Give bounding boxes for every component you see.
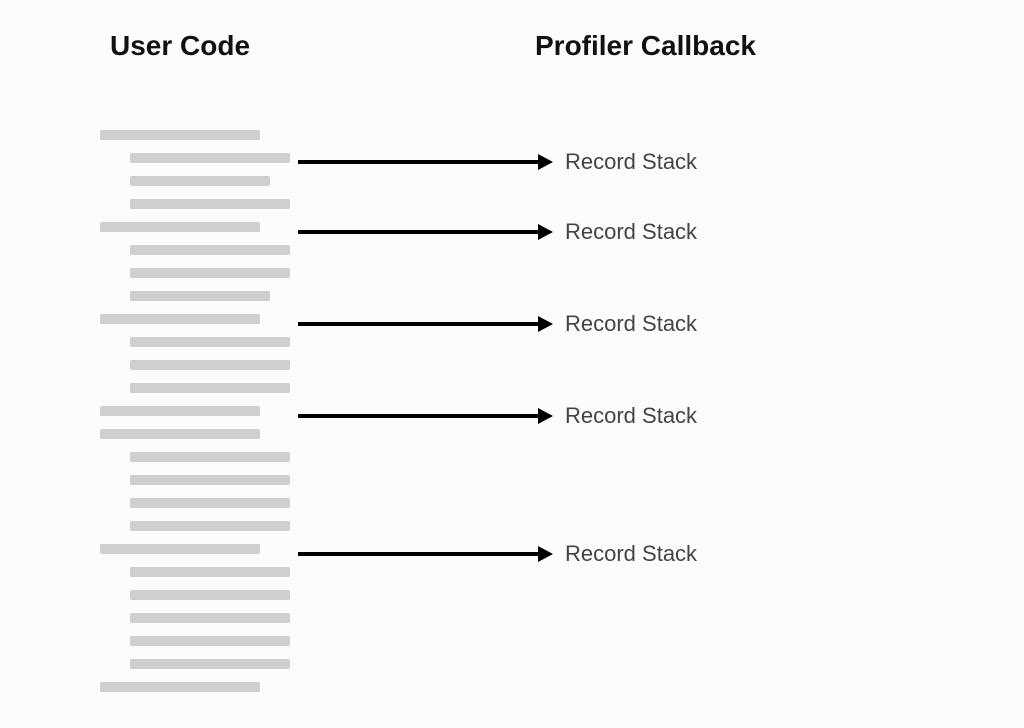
code-line	[100, 314, 260, 324]
arrow-icon	[298, 152, 553, 172]
callback-label: Record Stack	[565, 219, 697, 245]
code-line	[130, 291, 270, 301]
arrow-icon	[298, 314, 553, 334]
diagram: User Code Profiler Callback	[0, 0, 1024, 728]
code-line	[130, 590, 290, 600]
code-line	[130, 475, 290, 485]
code-line	[100, 222, 260, 232]
code-line	[130, 176, 270, 186]
code-line	[130, 498, 290, 508]
code-line	[130, 636, 290, 646]
code-line	[130, 245, 290, 255]
code-line	[100, 130, 260, 140]
code-line	[130, 268, 290, 278]
code-line	[100, 682, 260, 692]
arrow-icon	[298, 406, 553, 426]
code-line	[100, 406, 260, 416]
callback-label: Record Stack	[565, 541, 697, 567]
arrow-icon	[298, 222, 553, 242]
code-line	[130, 337, 290, 347]
heading-user-code: User Code	[110, 30, 250, 62]
code-line	[130, 360, 290, 370]
code-line	[130, 659, 290, 669]
callback-label: Record Stack	[565, 311, 697, 337]
code-line	[100, 429, 260, 439]
code-line	[130, 199, 290, 209]
heading-profiler-callback: Profiler Callback	[535, 30, 756, 62]
code-line	[130, 153, 290, 163]
code-line	[130, 383, 290, 393]
callback-label: Record Stack	[565, 149, 697, 175]
code-line	[130, 452, 290, 462]
callback-label: Record Stack	[565, 403, 697, 429]
code-line	[100, 544, 260, 554]
user-code-block	[100, 130, 290, 705]
arrow-icon	[298, 544, 553, 564]
code-line	[130, 567, 290, 577]
code-line	[130, 521, 290, 531]
code-line	[130, 613, 290, 623]
